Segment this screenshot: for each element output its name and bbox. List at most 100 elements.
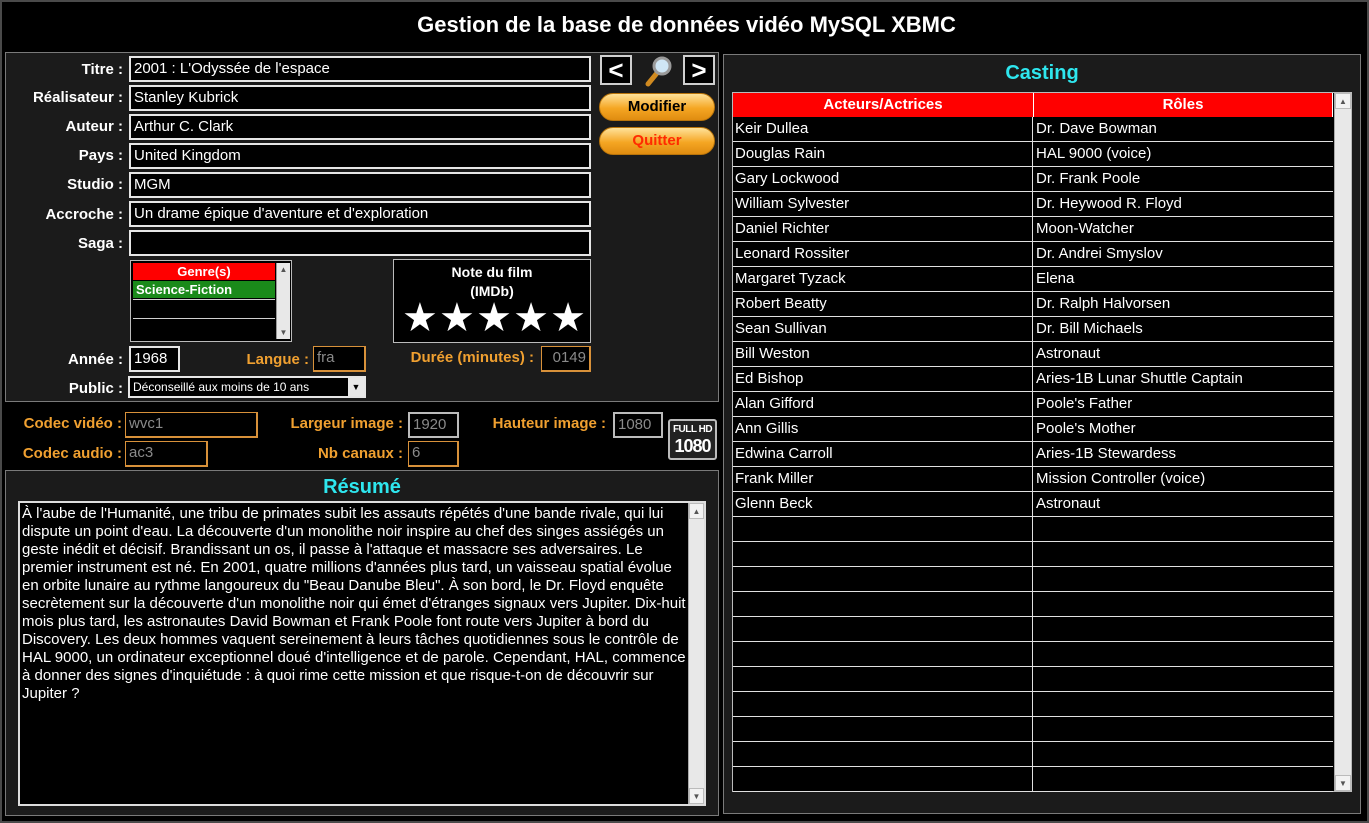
quitter-button[interactable]: Quitter <box>599 127 715 155</box>
role-cell <box>1034 567 1333 591</box>
scroll-down-icon[interactable]: ▼ <box>689 788 704 804</box>
table-row[interactable] <box>733 742 1333 767</box>
actor-cell <box>733 567 1033 591</box>
table-row[interactable] <box>733 617 1333 642</box>
largeur-field[interactable]: 1920 <box>408 412 459 438</box>
actor-cell: William Sylvester <box>733 192 1033 216</box>
table-row[interactable]: Bill Weston Astronaut <box>733 342 1333 367</box>
actor-cell <box>733 542 1033 566</box>
genre-list[interactable]: Genre(s) Science-Fiction ▲ ▼ <box>130 260 292 342</box>
codec-video-label: Codec vidéo : <box>23 415 122 432</box>
hauteur-label: Hauteur image : <box>492 415 606 432</box>
public-select[interactable]: Déconseillé aux moins de 10 ans ▼ <box>128 376 366 398</box>
table-row[interactable]: Alan Gifford Poole's Father <box>733 392 1333 417</box>
canaux-field[interactable]: 6 <box>408 441 459 467</box>
duree-field[interactable]: 0149 <box>541 346 591 372</box>
actor-cell: Daniel Richter <box>733 217 1033 241</box>
codec-video-field[interactable]: wvc1 <box>125 412 258 438</box>
table-row[interactable]: Gary Lockwood Dr. Frank Poole <box>733 167 1333 192</box>
table-row[interactable]: Edwina Carroll Aries-1B Stewardess <box>733 442 1333 467</box>
table-row[interactable]: Robert Beatty Dr. Ralph Halvorsen <box>733 292 1333 317</box>
resume-title: Résumé <box>323 476 401 498</box>
role-cell: Astronaut <box>1036 345 1101 362</box>
role-cell: Aries-1B Stewardess <box>1036 445 1177 462</box>
table-row[interactable]: Daniel Richter Moon-Watcher <box>733 217 1333 242</box>
realisateur-field[interactable]: Stanley Kubrick <box>129 85 591 111</box>
table-row[interactable]: Keir Dullea Dr. Dave Bowman <box>733 117 1333 142</box>
resume-textarea[interactable]: À l'aube de l'Humanité, une tribu de pri… <box>18 501 706 806</box>
actor-cell: Keir Dullea <box>733 117 1033 141</box>
scroll-down-icon[interactable]: ▼ <box>277 328 290 337</box>
role-cell: HAL 9000 (voice) <box>1036 145 1152 162</box>
table-row[interactable] <box>733 542 1333 567</box>
table-row[interactable] <box>733 592 1333 617</box>
hauteur-field[interactable]: 1080 <box>613 412 663 438</box>
table-row[interactable]: William Sylvester Dr. Heywood R. Floyd <box>733 192 1333 217</box>
role-cell <box>1034 667 1333 691</box>
table-row[interactable] <box>733 692 1333 717</box>
table-row[interactable]: Frank Miller Mission Controller (voice) <box>733 467 1333 492</box>
star-icon: ★ <box>439 296 475 340</box>
genre-row-divider <box>133 318 275 319</box>
table-row[interactable] <box>733 767 1333 792</box>
canaux-label: Nb canaux : <box>317 445 403 462</box>
actor-cell: Gary Lockwood <box>733 167 1033 191</box>
annee-label: Année : <box>67 351 123 368</box>
magnifier-icon[interactable] <box>642 54 674 88</box>
table-row[interactable]: Sean Sullivan Dr. Bill Michaels <box>733 317 1333 342</box>
table-row[interactable]: Ann Gillis Poole's Mother <box>733 417 1333 442</box>
role-cell: Dr. Bill Michaels <box>1036 320 1143 337</box>
table-row[interactable]: Douglas Rain HAL 9000 (voice) <box>733 142 1333 167</box>
role-cell: Dr. Andrei Smyslov <box>1036 245 1163 262</box>
star-icon: ★ <box>550 296 586 340</box>
table-row[interactable] <box>733 567 1333 592</box>
studio-field[interactable]: MGM <box>129 172 591 198</box>
role-cell <box>1034 717 1333 741</box>
scroll-up-icon[interactable]: ▲ <box>277 265 290 274</box>
annee-field[interactable]: 1968 <box>129 346 180 372</box>
table-row[interactable]: Ed Bishop Aries-1B Lunar Shuttle Captain <box>733 367 1333 392</box>
pays-field[interactable]: United Kingdom <box>129 143 591 169</box>
scroll-up-icon[interactable]: ▲ <box>689 503 704 519</box>
casting-table[interactable]: Acteurs/Actrices Rôles Keir Dullea Dr. Da… <box>732 92 1352 792</box>
actor-cell <box>733 667 1033 691</box>
resume-text: À l'aube de l'Humanité, une tribu de pri… <box>22 505 686 702</box>
scroll-down-icon[interactable]: ▼ <box>1335 775 1351 791</box>
star-icon: ★ <box>402 296 438 340</box>
langue-label: Langue : <box>246 351 310 368</box>
table-row[interactable] <box>733 517 1333 542</box>
auteur-field[interactable]: Arthur C. Clark <box>129 114 591 140</box>
langue-field[interactable]: fra <box>313 346 366 372</box>
chevron-down-icon[interactable]: ▼ <box>348 378 364 396</box>
actor-cell: Robert Beatty <box>733 292 1033 316</box>
column-header-roles[interactable]: Rôles <box>1034 93 1333 117</box>
table-row[interactable] <box>733 642 1333 667</box>
actor-cell <box>733 642 1033 666</box>
column-header-actors[interactable]: Acteurs/Actrices <box>733 93 1034 117</box>
actor-cell: Ed Bishop <box>733 367 1033 391</box>
casting-header-row: Acteurs/Actrices Rôles <box>733 93 1333 117</box>
previous-button[interactable]: < <box>600 55 632 85</box>
table-row[interactable] <box>733 717 1333 742</box>
table-row[interactable] <box>733 667 1333 692</box>
actor-cell <box>733 742 1033 766</box>
resume-scrollbar[interactable]: ▲ ▼ <box>688 503 704 804</box>
table-row[interactable]: Margaret Tyzack Elena <box>733 267 1333 292</box>
scroll-up-icon[interactable]: ▲ <box>1335 93 1351 109</box>
genre-scrollbar[interactable]: ▲ ▼ <box>276 263 290 339</box>
titre-field[interactable]: 2001 : L'Odyssée de l'espace <box>129 56 591 82</box>
role-cell: Poole's Mother <box>1036 420 1136 437</box>
star-icon: ★ <box>513 296 549 340</box>
casting-scrollbar[interactable]: ▲ ▼ <box>1334 93 1351 791</box>
next-button[interactable]: > <box>683 55 715 85</box>
codec-audio-field[interactable]: ac3 <box>125 441 208 467</box>
table-row[interactable]: Leonard Rossiter Dr. Andrei Smyslov <box>733 242 1333 267</box>
actor-cell: Alan Gifford <box>733 392 1033 416</box>
role-cell <box>1034 542 1333 566</box>
table-row[interactable]: Glenn Beck Astronaut <box>733 492 1333 517</box>
star-icon: ★ <box>476 296 512 340</box>
accroche-field[interactable]: Un drame épique d'aventure et d'explorat… <box>129 201 591 227</box>
genre-item[interactable]: Science-Fiction <box>133 281 275 298</box>
modifier-button[interactable]: Modifier <box>599 93 715 121</box>
saga-field[interactable] <box>129 230 591 256</box>
